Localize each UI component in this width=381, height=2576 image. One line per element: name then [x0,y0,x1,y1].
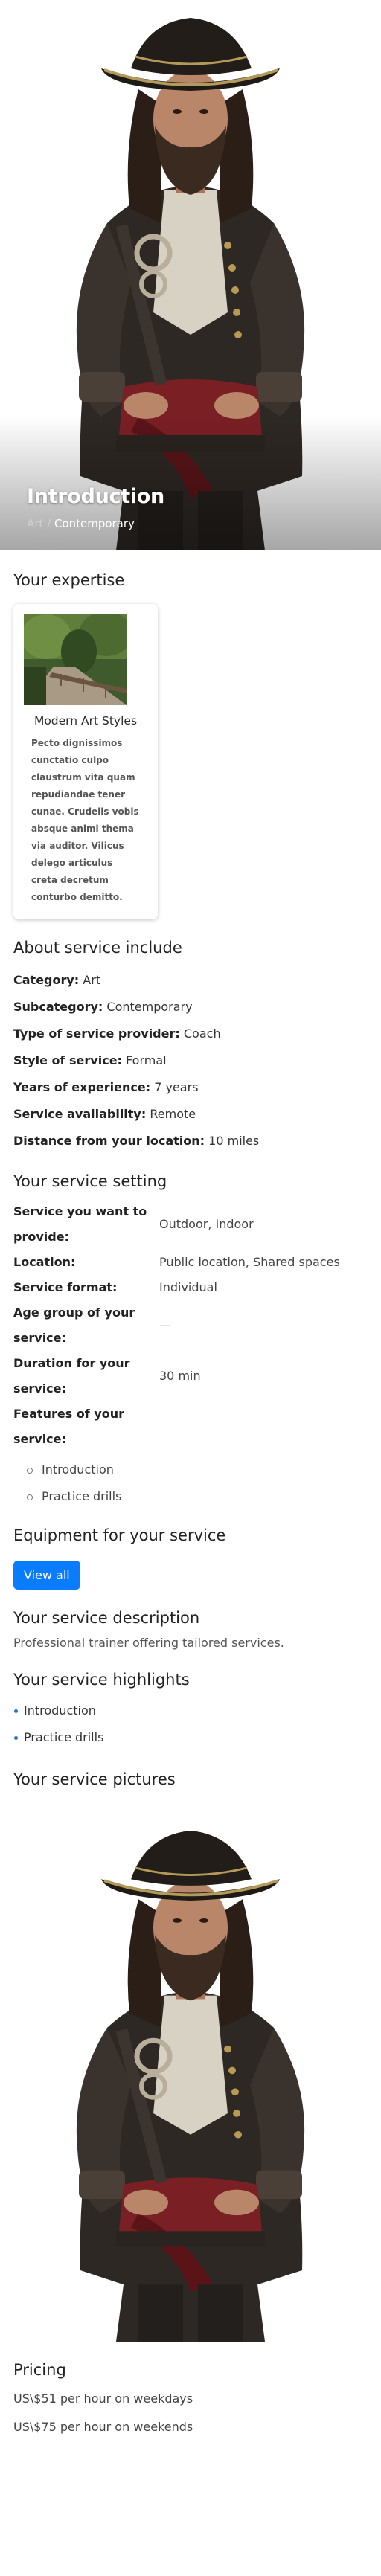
about-value: Contemporary [106,1000,193,1014]
setting-row: Service you want to provide: Outdoor, Ind… [13,1199,368,1250]
about-value: 7 years [154,1080,199,1094]
setting-value: Individual [159,1280,217,1294]
view-all-button[interactable]: View all [13,1561,80,1590]
hero-image [0,0,381,550]
hero-subtitle-text: Contemporary [54,517,135,530]
feature-item: Practice drills [27,1483,368,1510]
highlight-item: Practice drills [13,1724,368,1751]
about-label: Years of experience: [13,1080,151,1094]
highlight-item: Introduction [13,1697,368,1724]
setting-value: 30 min [159,1369,201,1383]
about-label: Style of service: [13,1053,122,1067]
card-title: Modern Art Styles [33,714,138,727]
about-row-experience: Years of experience: 7 years [13,1074,368,1101]
about-row-provider-type: Type of service provider: Coach [13,1021,368,1047]
feature-item: Introduction [27,1456,368,1483]
setting-label: Age group of your service: [13,1305,135,1345]
about-label: Service availability: [13,1107,147,1121]
about-row-style: Style of service: Formal [13,1047,368,1074]
description-heading: Your service description [13,1609,200,1627]
about-heading: About service include [13,939,182,957]
equipment-heading: Equipment for your service [13,1526,226,1544]
highlights-heading: Your service highlights [13,1671,190,1689]
card-description: Pecto dignissimos cunctatio culpo claust… [31,738,139,902]
hero-title: Introduction [27,485,164,508]
main-content: Your expertise Modern Art Styles Pecto d… [0,571,381,2441]
setting-row: Location: Public location, Shared spaces [13,1250,368,1275]
pricing-heading: Pricing [13,2361,66,2379]
features-list: Introduction Practice drills [13,1456,368,1510]
about-row-distance: Distance from your location: 10 miles [13,1128,368,1154]
about-list: Category: Art Subcategory: Contemporary … [13,967,368,1154]
setting-value [159,1401,368,1452]
about-label: Type of service provider: [13,1027,180,1041]
expertise-card[interactable]: Modern Art Styles Pecto dignissimos cunc… [13,604,158,919]
about-label: Category: [13,973,80,987]
about-value: Coach [183,1027,221,1041]
price-weekday: US\$51 per hour on weekdays [13,2392,193,2406]
about-row-subcategory: Subcategory: Contemporary [13,994,368,1021]
hero-subtitle-prefix: Art [27,517,44,530]
description-text: Professional trainer offering tailored s… [13,1636,284,1650]
pictures-heading: Your service pictures [13,1770,176,1788]
setting-heading: Your service setting [13,1172,167,1190]
service-picture[interactable] [42,1814,339,2342]
setting-label: Location: [13,1255,76,1269]
setting-value: Outdoor, Indoor [159,1217,254,1231]
about-value: Formal [126,1053,167,1067]
about-value: Art [83,973,101,987]
hero-banner: Introduction Art / Contemporary [0,0,381,550]
setting-label: Features of your service: [13,1407,125,1446]
setting-label: Service you want to provide: [13,1204,147,1244]
setting-row: Features of your service: [13,1401,368,1452]
setting-row: Service format: Individual [13,1275,368,1300]
pricing-list: US\$51 per hour on weekdays US\$75 per h… [13,2385,368,2441]
setting-row: Duration for your service: 30 min [13,1351,368,1401]
hero-subtitle: Art / Contemporary [27,517,164,530]
setting-label: Duration for your service: [13,1356,130,1395]
highlights-list: Introduction Practice drills [13,1697,368,1751]
setting-value: — [159,1318,171,1332]
about-label: Subcategory: [13,1000,103,1014]
card-image [24,614,127,705]
setting-table: Service you want to provide: Outdoor, Ind… [13,1199,368,1452]
setting-row: Age group of your service: — [13,1300,368,1351]
about-row-category: Category: Art [13,967,368,994]
about-label: Distance from your location: [13,1134,205,1148]
about-row-availability: Service availability: Remote [13,1101,368,1128]
expertise-heading: Your expertise [13,571,125,589]
hero-subtitle-separator: / [47,517,51,530]
setting-value: Public location, Shared spaces [159,1255,340,1269]
about-value: Remote [150,1107,196,1121]
price-weekend: US\$75 per hour on weekends [13,2420,193,2434]
setting-label: Service format: [13,1280,118,1294]
about-value: 10 miles [208,1134,260,1148]
